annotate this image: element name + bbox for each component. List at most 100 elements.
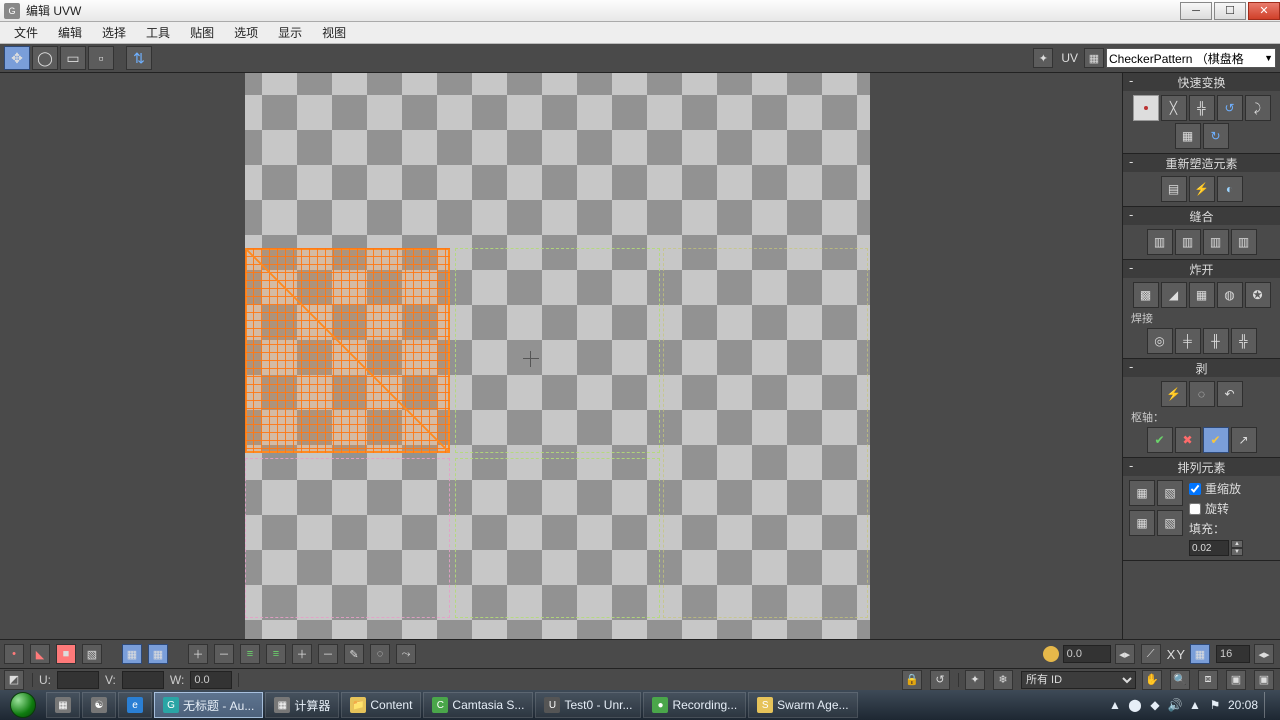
reshape-straighten-button[interactable]: ▤ — [1161, 176, 1187, 202]
element-mode-button[interactable]: ▧ — [82, 644, 102, 664]
value-field[interactable]: 0.0 — [1063, 645, 1111, 663]
tray-flag-icon[interactable]: ⚑ — [1208, 698, 1222, 712]
pack-together-button[interactable]: ▦ — [1129, 480, 1155, 506]
taskbar-app[interactable]: 📁Content — [341, 692, 421, 718]
stitch-button[interactable]: ▥ — [1147, 229, 1173, 255]
snap-button[interactable]: － — [318, 644, 338, 664]
tray-up-icon[interactable]: ▲ — [1108, 698, 1122, 712]
axis-button[interactable]: ✔ — [1147, 427, 1173, 453]
tray-icon[interactable]: ◆ — [1148, 698, 1162, 712]
refresh-icon[interactable]: ↺ — [930, 670, 950, 690]
fit-icon[interactable]: ▣ — [1226, 670, 1246, 690]
weld-button[interactable]: ╪ — [1175, 328, 1201, 354]
brush-button[interactable]: ◌ — [370, 644, 390, 664]
explode-button[interactable]: ◍ — [1217, 282, 1243, 308]
zoom-icon[interactable]: 🔍 — [1170, 670, 1190, 690]
snap-button[interactable]: ≡ — [266, 644, 286, 664]
uv-viewport[interactable] — [0, 73, 1122, 639]
rotate-checkbox[interactable]: 旋转 — [1189, 500, 1243, 517]
tray-network-icon[interactable]: ▲ — [1188, 698, 1202, 712]
peel-quick-button[interactable]: ⚡ — [1161, 381, 1187, 407]
grid-toggle[interactable]: ▦ — [1084, 48, 1104, 68]
freeform-tool[interactable]: ▫ — [88, 46, 114, 70]
selection-sub-button[interactable]: ▦ — [148, 644, 168, 664]
stitch-button[interactable]: ▥ — [1203, 229, 1229, 255]
pinned-app[interactable]: ☯ — [82, 692, 116, 718]
brush-button[interactable]: ⤳ — [396, 644, 416, 664]
pack-toggle-button[interactable]: ▦ — [1190, 644, 1210, 664]
selection-add-button[interactable]: ▦ — [122, 644, 142, 664]
section-header-quick-transform[interactable]: -快速变换 — [1123, 73, 1280, 91]
pack-custom-button[interactable]: ▧ — [1157, 480, 1183, 506]
taskbar-app[interactable]: CCamtasia S... — [423, 692, 533, 718]
qt-rotate-cw-button[interactable]: ↻ — [1203, 123, 1229, 149]
count-spinner[interactable]: ◂▸ — [1254, 644, 1274, 664]
pinned-app[interactable]: ▦ — [46, 692, 80, 718]
weld-button[interactable]: ╫ — [1203, 328, 1229, 354]
edge-mode-button[interactable]: ◣ — [30, 644, 50, 664]
taskbar-app[interactable]: UTest0 - Unr... — [535, 692, 641, 718]
section-header-arrange[interactable]: -排列元素 — [1123, 458, 1280, 476]
rotate-tool[interactable]: ◯ — [32, 46, 58, 70]
qt-rotate-ccw-button[interactable]: ↺ — [1217, 95, 1243, 121]
taskbar-app[interactable]: SSwarm Age... — [748, 692, 857, 718]
axis-button[interactable]: ↗ — [1231, 427, 1257, 453]
brush-button[interactable]: ✎ — [344, 644, 364, 664]
maximize-button[interactable]: ☐ — [1214, 2, 1246, 20]
qt-flip-button[interactable]: ⤸ — [1245, 95, 1271, 121]
id-dropdown[interactable]: 所有 ID — [1021, 671, 1136, 689]
value-spinner[interactable]: ◂▸ — [1115, 644, 1135, 664]
zoom-region-icon[interactable]: ⧈ — [1198, 670, 1218, 690]
menu-options[interactable]: 选项 — [224, 22, 268, 43]
vertex-mode-button[interactable]: • — [4, 644, 24, 664]
light-icon[interactable]: ✦ — [965, 670, 985, 690]
coord-icon[interactable]: ◩ — [4, 670, 24, 690]
texture-dropdown[interactable]: CheckerPattern （棋盘格 ▼ — [1106, 48, 1276, 68]
weld-target-button[interactable]: ◎ — [1147, 328, 1173, 354]
u-field[interactable] — [57, 671, 99, 689]
taskbar-app[interactable]: G无标题 - Au... — [154, 692, 263, 718]
scale-tool[interactable]: ▭ — [60, 46, 86, 70]
menu-tools[interactable]: 工具 — [136, 22, 180, 43]
explode-button[interactable]: ▩ — [1133, 282, 1159, 308]
count-field[interactable]: 16 — [1216, 645, 1250, 663]
explode-button[interactable]: ◢ — [1161, 282, 1187, 308]
snowflake-icon[interactable]: ❄ — [993, 670, 1013, 690]
taskbar-app[interactable]: ▦计算器 — [265, 692, 339, 718]
stitch-button[interactable]: ▥ — [1231, 229, 1257, 255]
explode-button[interactable]: ▦ — [1189, 282, 1215, 308]
weld-button[interactable]: ╬ — [1231, 328, 1257, 354]
menu-view[interactable]: 视图 — [312, 22, 356, 43]
menu-edit[interactable]: 编辑 — [48, 22, 92, 43]
padding-spinner[interactable]: ▲▼ — [1231, 540, 1243, 556]
qt-align-button[interactable]: ╳ — [1161, 95, 1187, 121]
section-header-stitch[interactable]: -缝合 — [1123, 207, 1280, 225]
peel-reset-button[interactable]: ↶ — [1217, 381, 1243, 407]
qt-align-button[interactable]: ╬ — [1189, 95, 1215, 121]
snap-button[interactable]: ＋ — [188, 644, 208, 664]
close-button[interactable]: ✕ — [1248, 2, 1280, 20]
v-field[interactable] — [122, 671, 164, 689]
tray-volume-icon[interactable]: 🔊 — [1168, 698, 1182, 712]
stitch-button[interactable]: ▥ — [1175, 229, 1201, 255]
options-gear-icon[interactable]: ✦ — [1033, 48, 1053, 68]
system-tray[interactable]: ▲ ⬤ ◆ 🔊 ▲ ⚑ 20:08 — [1102, 692, 1278, 718]
taskbar-app[interactable]: ●Recording... — [643, 692, 746, 718]
pack-custom-button[interactable]: ▧ — [1157, 510, 1183, 536]
move-tool[interactable]: ✥ — [4, 46, 30, 70]
show-desktop-button[interactable] — [1264, 692, 1272, 718]
fit-selected-icon[interactable]: ▣ — [1254, 670, 1274, 690]
w-field[interactable]: 0.0 — [190, 671, 232, 689]
pinned-app[interactable]: e — [118, 692, 152, 718]
menu-display[interactable]: 显示 — [268, 22, 312, 43]
snap-button[interactable]: ＋ — [292, 644, 312, 664]
selected-uv-shell[interactable] — [245, 248, 450, 453]
explode-button[interactable]: ✪ — [1245, 282, 1271, 308]
section-header-reshape[interactable]: -重新塑造元素 — [1123, 154, 1280, 172]
axis-button[interactable]: ✔ — [1203, 427, 1229, 453]
pack-normalize-button[interactable]: ▦ — [1129, 510, 1155, 536]
lock-icon[interactable]: 🔒 — [902, 670, 922, 690]
peel-button[interactable]: ◌ — [1189, 381, 1215, 407]
reshape-relax-button[interactable]: ⚡ — [1189, 176, 1215, 202]
qt-move-button[interactable] — [1133, 95, 1159, 121]
